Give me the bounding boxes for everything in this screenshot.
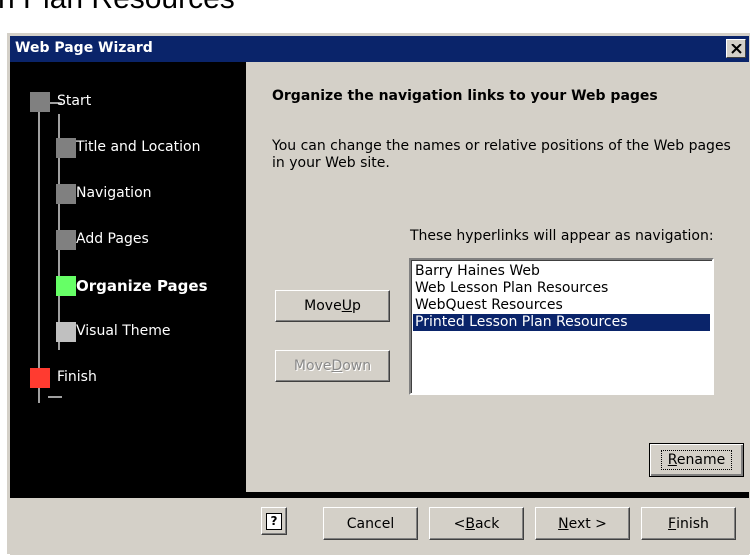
- rename-focus-ring: Rename: [660, 450, 733, 470]
- list-item[interactable]: Barry Haines Web: [413, 263, 710, 280]
- wizard-steps-panel: Start Title and Location Navigation Add Pag…: [10, 62, 246, 492]
- back-mnemonic: B: [465, 515, 475, 532]
- finish-label-post: inish: [676, 515, 709, 532]
- move-up-label-pre: Move: [304, 298, 342, 314]
- move-down-label-pre: Move: [293, 358, 332, 374]
- step-marker: [56, 184, 76, 204]
- page-heading: Organize the navigation links to your We…: [272, 88, 658, 104]
- step-marker: [30, 92, 50, 112]
- next-mnemonic: N: [558, 515, 569, 532]
- next-button[interactable]: Next >: [535, 507, 630, 540]
- move-down-button[interactable]: Move Down: [275, 350, 390, 382]
- step-label[interactable]: Finish: [57, 369, 97, 385]
- window-title: Web Page Wizard: [15, 40, 153, 56]
- wizard-dialog: Web Page Wizard Start Title and Location N…: [6, 32, 750, 555]
- step-label[interactable]: Visual Theme: [76, 323, 171, 339]
- step-label[interactable]: Start: [57, 93, 91, 109]
- tree-connector-finish: [48, 396, 62, 398]
- step-marker: [56, 322, 76, 342]
- list-item[interactable]: Web Lesson Plan Resources: [413, 280, 710, 297]
- rename-label-post: ename: [676, 452, 726, 468]
- cancel-button[interactable]: Cancel: [323, 507, 418, 540]
- list-item[interactable]: WebQuest Resources: [413, 297, 710, 314]
- list-item[interactable]: Printed Lesson Plan Resources: [413, 314, 710, 331]
- navigation-links-listbox[interactable]: Barry Haines Web Web Lesson Plan Resource…: [409, 258, 714, 395]
- main-content: Organize the navigation links to your We…: [246, 62, 749, 492]
- finish-button[interactable]: Finish: [641, 507, 736, 540]
- help-button[interactable]: ?: [261, 507, 287, 535]
- list-caption: These hyperlinks will appear as navigati…: [410, 228, 714, 244]
- title-bar[interactable]: Web Page Wizard: [10, 36, 749, 62]
- step-label[interactable]: Add Pages: [76, 231, 149, 247]
- step-label[interactable]: Organize Pages: [76, 277, 208, 295]
- move-up-label-post: p: [351, 298, 361, 314]
- background-caption: n Plan Resources: [0, 0, 235, 14]
- next-label-post: ext >: [568, 515, 607, 532]
- help-icon: ?: [266, 512, 282, 530]
- rename-button[interactable]: Rename: [649, 443, 744, 477]
- page-description: You can change the names or relative pos…: [272, 138, 731, 171]
- step-label[interactable]: Navigation: [76, 185, 152, 201]
- step-marker: [56, 230, 76, 250]
- move-down-label-post: own: [342, 358, 372, 374]
- tree-trunk-line: [38, 97, 40, 403]
- move-down-mnemonic: D: [331, 358, 343, 374]
- back-label-post: ack: [474, 515, 500, 532]
- move-up-mnemonic: U: [341, 298, 352, 314]
- close-button[interactable]: [726, 39, 746, 58]
- close-icon: [731, 44, 742, 54]
- wizard-footer: ? Cancel < Back Next > Finish: [10, 498, 749, 555]
- back-label-pre: <: [453, 515, 466, 532]
- move-up-button[interactable]: Move Up: [275, 290, 390, 322]
- step-label[interactable]: Title and Location: [76, 139, 200, 155]
- finish-mnemonic: F: [668, 515, 677, 532]
- back-button[interactable]: < Back: [429, 507, 524, 540]
- step-marker: [30, 368, 50, 388]
- step-marker: [56, 138, 76, 158]
- rename-mnemonic: R: [667, 452, 677, 468]
- step-marker: [56, 276, 76, 296]
